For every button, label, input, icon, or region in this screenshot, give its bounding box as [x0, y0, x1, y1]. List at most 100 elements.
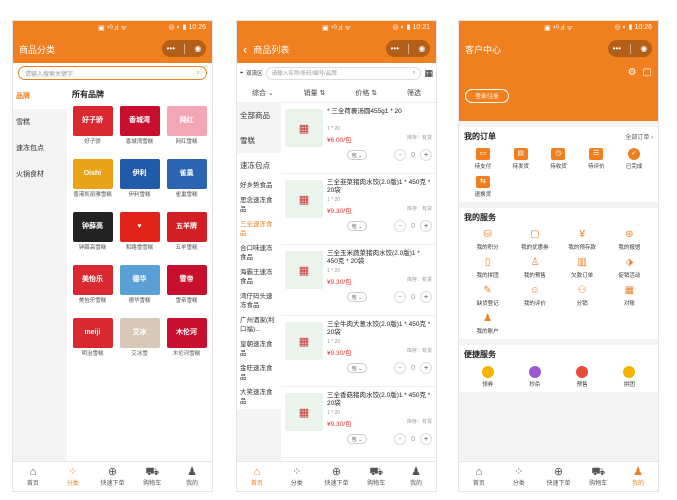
service-item[interactable]: ♟ 我的账户 — [464, 313, 511, 335]
order-item[interactable]: ▭ 待支付 — [464, 148, 502, 170]
product-image[interactable]: ▦ — [285, 322, 323, 360]
product-image[interactable]: ▦ — [285, 109, 323, 147]
service-item[interactable]: ⊛ 我的报馆 — [606, 229, 653, 251]
warehouse-select[interactable]: 双流区 — [246, 69, 263, 77]
tab-item[interactable]: ♟ 我的 — [396, 462, 436, 491]
tab-item[interactable]: ⛟ 购物车 — [132, 462, 172, 491]
quantity-value[interactable]: 0 — [411, 365, 415, 372]
plus-button[interactable]: + — [420, 291, 432, 303]
product-name[interactable]: * 三全荷裹汤圆455g1 * 20 — [327, 108, 432, 116]
brand-item[interactable]: 德华 德华雪糕 — [117, 265, 162, 312]
sidebar-item[interactable]: 海霸王速冻食品 — [237, 265, 281, 289]
sidebar-item[interactable]: 三全速冻食品 — [237, 217, 281, 241]
convenience-item[interactable]: 领券 — [464, 366, 511, 388]
sort-sales[interactable]: 销量 ⇅ — [304, 88, 326, 98]
tab-item[interactable]: ⛟ 购物车 — [578, 462, 618, 491]
order-item[interactable]: ▤ 待发货 — [502, 148, 540, 170]
unit-select[interactable]: 包 ⌄ — [347, 292, 367, 302]
more-icon[interactable]: ••• — [167, 44, 175, 53]
tab-item[interactable]: ⊕ 快速下单 — [317, 462, 357, 491]
service-item[interactable]: ⚇ 分销 — [559, 285, 606, 307]
service-item[interactable]: ▯ 我的拼团 — [464, 257, 511, 279]
convenience-item[interactable]: 秒杀 — [511, 366, 558, 388]
minus-button[interactable]: − — [394, 291, 407, 303]
location-icon[interactable]: ⌖ — [240, 70, 243, 77]
minus-button[interactable]: − — [394, 362, 407, 374]
order-item[interactable]: ⇆ 退换货 — [464, 176, 502, 198]
mini-program-capsule[interactable]: ••• ◉ — [386, 40, 430, 57]
message-icon[interactable]: ▢ — [643, 67, 652, 78]
sidebar-item[interactable]: 大笑速冻食品 — [237, 385, 281, 409]
tab-item[interactable]: ⁘ 分类 — [277, 462, 317, 491]
convenience-item[interactable]: 预售 — [559, 366, 606, 388]
service-item[interactable]: ▢ 我的优惠券 — [511, 229, 558, 251]
category-item-brand[interactable]: 品牌 — [13, 83, 67, 109]
brand-item[interactable]: 伊利 伊利雪糕 — [117, 159, 162, 206]
order-item[interactable]: ◷ 待收货 — [540, 148, 578, 170]
brand-item[interactable]: 网红 网红雪糕 — [164, 106, 209, 153]
brand-item[interactable]: ♥ 和路雪雪糕 — [117, 212, 162, 259]
tab-item[interactable]: ⌂ 首页 — [459, 462, 499, 491]
unit-select[interactable]: 包 ⌄ — [347, 221, 367, 231]
sidebar-item[interactable]: 金旺速冻食品 — [237, 361, 281, 385]
service-item[interactable]: ⬗ 促销活动 — [606, 257, 653, 279]
product-row[interactable]: ▦ 三全韭菜猪肉水饺(2.0版)1 * 450克 * 20袋 1 * 20 ¥9.30… — [281, 174, 436, 245]
product-name[interactable]: 三全香菇猪肉水饺(2.0版)1 * 450克 * 20袋 — [327, 392, 432, 408]
close-icon[interactable]: ◉ — [418, 44, 425, 53]
more-icon[interactable]: ••• — [613, 44, 621, 53]
brand-item[interactable]: 美怡乐 美怡乐雪糕 — [70, 265, 115, 312]
settings-icon[interactable]: ⚙ — [628, 67, 637, 78]
service-item[interactable]: ▦ 对账 — [606, 285, 653, 307]
search-icon[interactable]: ⌕ — [197, 70, 200, 77]
search-input[interactable]: 请输入名称/条码/编号/品牌 ⌕ — [265, 66, 422, 80]
service-item[interactable]: ✎ 缺货登记 — [464, 285, 511, 307]
sort-price[interactable]: 价格 ⇅ — [355, 88, 377, 98]
close-icon[interactable]: ◉ — [194, 44, 201, 53]
all-orders-link[interactable]: 全部订单 › — [625, 132, 653, 141]
sidebar-item[interactable]: 皇朝速冻食品 — [237, 337, 281, 361]
tab-item[interactable]: ⌂ 首页 — [13, 462, 53, 491]
product-row[interactable]: ▦ 三全香菇猪肉水饺(2.0版)1 * 450克 * 20袋 1 * 20 ¥9.30… — [281, 387, 436, 458]
product-row[interactable]: ▦ 三全牛肉大葱水饺(2.0版)1 * 450克 * 20袋 1 * 20 ¥9.30… — [281, 316, 436, 387]
sidebar-item[interactable]: 思念速冻食品 — [237, 193, 281, 217]
search-icon[interactable]: ⌕ — [412, 70, 415, 77]
plus-button[interactable]: + — [420, 362, 432, 374]
grid-view-icon[interactable]: ▦ — [424, 68, 433, 79]
product-image[interactable]: ▦ — [285, 251, 323, 289]
brand-item[interactable]: 艾冰 艾冰雪 — [117, 318, 162, 365]
brand-item[interactable]: 雪帝 雪帝雪糕 — [164, 265, 209, 312]
unit-select[interactable]: 包 ⌄ — [347, 150, 367, 160]
minus-button[interactable]: − — [394, 433, 407, 445]
brand-item[interactable]: Oishi 香港凯丽雅雪糕 — [70, 159, 115, 206]
service-item[interactable]: ☺ 我的评价 — [511, 285, 558, 307]
plus-button[interactable]: + — [420, 149, 432, 161]
sort-general[interactable]: 综合 ⌄ — [252, 88, 274, 98]
login-button[interactable]: 登录/注册 — [465, 89, 509, 103]
tab-item[interactable]: ⌂ 首页 — [237, 462, 277, 491]
brand-item[interactable]: 五羊牌 五羊雪糕 — [164, 212, 209, 259]
product-name[interactable]: 三全玉米蔬菜猪肉水饺(2.0版)1 * 450克 * 20袋 — [327, 250, 432, 266]
tab-item[interactable]: ⁘ 分类 — [499, 462, 539, 491]
filter-button[interactable]: 筛选 — [407, 88, 421, 98]
brand-item[interactable]: 好子骄 好子骄 — [70, 106, 115, 153]
category-item-icecream[interactable]: 雪糕 — [13, 109, 67, 135]
sidebar-item[interactable]: 好乡势食品 — [237, 178, 281, 193]
sidebar-item[interactable]: 合口味速冻食品 — [237, 241, 281, 265]
brand-item[interactable]: 雀巢 雀巢雪糕 — [164, 159, 209, 206]
quantity-value[interactable]: 0 — [411, 152, 415, 159]
minus-button[interactable]: − — [394, 149, 407, 161]
quantity-value[interactable]: 0 — [411, 223, 415, 230]
unit-select[interactable]: 包 ⌄ — [347, 363, 367, 373]
sidebar-item[interactable]: 雪糕 — [237, 128, 281, 153]
product-row[interactable]: ▦ * 三全荷裹汤圆455g1 * 20 1 * 20 ¥6.00/包 库存：有货包 ⌄… — [281, 103, 436, 174]
more-icon[interactable]: ••• — [391, 44, 399, 53]
sidebar-item[interactable]: 广州酒家(利口福)... — [237, 313, 281, 337]
order-item[interactable]: ☰ 待评价 — [577, 148, 615, 170]
tab-item[interactable]: ⛟ 购物车 — [356, 462, 396, 491]
sidebar-item[interactable]: 全部商品 — [237, 103, 281, 128]
product-image[interactable]: ▦ — [285, 393, 323, 431]
tab-item[interactable]: ♟ 我的 — [618, 462, 658, 491]
plus-button[interactable]: + — [420, 220, 432, 232]
brand-item[interactable]: 香城湾 香城湾雪糕 — [117, 106, 162, 153]
order-item[interactable]: ✓ 已完成 — [615, 148, 653, 170]
